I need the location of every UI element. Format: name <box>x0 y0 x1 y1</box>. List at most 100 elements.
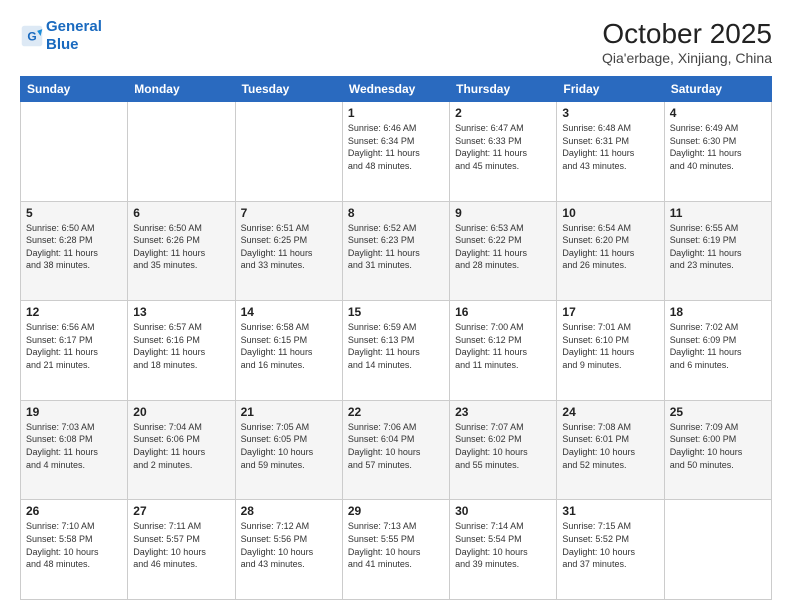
calendar-day-cell: 9 Sunrise: 6:53 AM Sunset: 6:22 PM Daylig… <box>450 201 557 301</box>
calendar-day-cell: 30Sunrise: 7:14 AM Sunset: 5:54 PM Dayli… <box>450 500 557 600</box>
day-number: 29 <box>348 504 444 518</box>
calendar-day-cell: 7Sunrise: 6:51 AM Sunset: 6:25 PM Daylig… <box>235 201 342 301</box>
calendar-day-cell: 5Sunrise: 6:50 AM Sunset: 6:28 PM Daylig… <box>21 201 128 301</box>
day-info: Sunrise: 7:08 AM Sunset: 6:01 PM Dayligh… <box>562 421 658 471</box>
calendar-week-row: 12 Sunrise: 6:56 AM Sunset: 6:17 PM Dayli… <box>21 301 772 401</box>
day-info: Sunrise: 6:49 AM Sunset: 6:30 PM Dayligh… <box>670 122 766 172</box>
day-info: Sunrise: 7:06 AM Sunset: 6:04 PM Dayligh… <box>348 421 444 471</box>
calendar-day-cell: 20Sunrise: 7:04 AM Sunset: 6:06 PM Dayli… <box>128 400 235 500</box>
day-number: 8 <box>348 206 444 220</box>
calendar-day-cell: 13 Sunrise: 6:57 AM Sunset: 6:16 PM Dayli… <box>128 301 235 401</box>
day-info: Sunrise: 6:50 AM Sunset: 6:26 PM Dayligh… <box>133 222 229 272</box>
day-number: 17 <box>562 305 658 319</box>
calendar-day-cell: 2Sunrise: 6:47 AM Sunset: 6:33 PM Daylig… <box>450 102 557 202</box>
day-info: Sunrise: 7:11 AM Sunset: 5:57 PM Dayligh… <box>133 520 229 570</box>
day-info: Sunrise: 7:07 AM Sunset: 6:02 PM Dayligh… <box>455 421 551 471</box>
day-number: 23 <box>455 405 551 419</box>
calendar-day-cell: 28 Sunrise: 7:12 AM Sunset: 5:56 PM Dayli… <box>235 500 342 600</box>
calendar-day-cell: 12 Sunrise: 6:56 AM Sunset: 6:17 PM Dayli… <box>21 301 128 401</box>
logo-line2: Blue <box>46 36 102 54</box>
logo: G General Blue <box>20 18 102 54</box>
day-info: Sunrise: 6:54 AM Sunset: 6:20 PM Dayligh… <box>562 222 658 272</box>
calendar-day-cell: 15Sunrise: 6:59 AM Sunset: 6:13 PM Dayli… <box>342 301 449 401</box>
day-info: Sunrise: 6:52 AM Sunset: 6:23 PM Dayligh… <box>348 222 444 272</box>
day-info: Sunrise: 6:57 AM Sunset: 6:16 PM Dayligh… <box>133 321 229 371</box>
day-number: 31 <box>562 504 658 518</box>
day-number: 7 <box>241 206 337 220</box>
calendar-week-row: 5Sunrise: 6:50 AM Sunset: 6:28 PM Daylig… <box>21 201 772 301</box>
calendar-day-cell: 25 Sunrise: 7:09 AM Sunset: 6:00 PM Dayli… <box>664 400 771 500</box>
calendar-weekday-header: Friday <box>557 77 664 102</box>
day-info: Sunrise: 7:00 AM Sunset: 6:12 PM Dayligh… <box>455 321 551 371</box>
day-info: Sunrise: 7:01 AM Sunset: 6:10 PM Dayligh… <box>562 321 658 371</box>
calendar-weekday-header: Wednesday <box>342 77 449 102</box>
calendar-day-cell: 16 Sunrise: 7:00 AM Sunset: 6:12 PM Dayli… <box>450 301 557 401</box>
calendar-weekday-header: Tuesday <box>235 77 342 102</box>
day-number: 3 <box>562 106 658 120</box>
calendar-day-cell: 24 Sunrise: 7:08 AM Sunset: 6:01 PM Dayli… <box>557 400 664 500</box>
day-info: Sunrise: 7:03 AM Sunset: 6:08 PM Dayligh… <box>26 421 122 471</box>
svg-text:G: G <box>27 29 36 43</box>
month-title: October 2025 <box>602 18 772 50</box>
calendar-day-cell: 31 Sunrise: 7:15 AM Sunset: 5:52 PM Dayli… <box>557 500 664 600</box>
day-info: Sunrise: 7:12 AM Sunset: 5:56 PM Dayligh… <box>241 520 337 570</box>
day-number: 27 <box>133 504 229 518</box>
calendar-day-cell: 3 Sunrise: 6:48 AM Sunset: 6:31 PM Daylig… <box>557 102 664 202</box>
calendar-day-cell: 22 Sunrise: 7:06 AM Sunset: 6:04 PM Dayli… <box>342 400 449 500</box>
calendar-day-cell: 29Sunrise: 7:13 AM Sunset: 5:55 PM Dayli… <box>342 500 449 600</box>
day-number: 11 <box>670 206 766 220</box>
day-number: 12 <box>26 305 122 319</box>
day-number: 1 <box>348 106 444 120</box>
day-info: Sunrise: 7:05 AM Sunset: 6:05 PM Dayligh… <box>241 421 337 471</box>
calendar-day-cell <box>664 500 771 600</box>
location: Qia'erbage, Xinjiang, China <box>602 50 772 66</box>
calendar-day-cell <box>235 102 342 202</box>
day-info: Sunrise: 6:50 AM Sunset: 6:28 PM Dayligh… <box>26 222 122 272</box>
calendar-day-cell: 8 Sunrise: 6:52 AM Sunset: 6:23 PM Daylig… <box>342 201 449 301</box>
day-number: 13 <box>133 305 229 319</box>
calendar-day-cell: 27 Sunrise: 7:11 AM Sunset: 5:57 PM Dayli… <box>128 500 235 600</box>
day-info: Sunrise: 6:46 AM Sunset: 6:34 PM Dayligh… <box>348 122 444 172</box>
day-info: Sunrise: 7:14 AM Sunset: 5:54 PM Dayligh… <box>455 520 551 570</box>
calendar-day-cell: 17 Sunrise: 7:01 AM Sunset: 6:10 PM Dayli… <box>557 301 664 401</box>
day-info: Sunrise: 7:09 AM Sunset: 6:00 PM Dayligh… <box>670 421 766 471</box>
day-number: 18 <box>670 305 766 319</box>
day-number: 2 <box>455 106 551 120</box>
day-number: 9 <box>455 206 551 220</box>
day-number: 4 <box>670 106 766 120</box>
header: G General Blue October 2025 Qia'erbage, … <box>20 18 772 66</box>
calendar-week-row: 1 Sunrise: 6:46 AM Sunset: 6:34 PM Daylig… <box>21 102 772 202</box>
calendar-day-cell <box>21 102 128 202</box>
day-info: Sunrise: 7:15 AM Sunset: 5:52 PM Dayligh… <box>562 520 658 570</box>
calendar-table: SundayMondayTuesdayWednesdayThursdayFrid… <box>20 76 772 600</box>
calendar-day-cell: 23 Sunrise: 7:07 AM Sunset: 6:02 PM Dayli… <box>450 400 557 500</box>
calendar-day-cell: 14 Sunrise: 6:58 AM Sunset: 6:15 PM Dayli… <box>235 301 342 401</box>
day-number: 6 <box>133 206 229 220</box>
calendar-day-cell: 21 Sunrise: 7:05 AM Sunset: 6:05 PM Dayli… <box>235 400 342 500</box>
calendar-weekday-header: Thursday <box>450 77 557 102</box>
day-number: 22 <box>348 405 444 419</box>
day-number: 21 <box>241 405 337 419</box>
calendar-weekday-header: Saturday <box>664 77 771 102</box>
day-number: 26 <box>26 504 122 518</box>
day-number: 16 <box>455 305 551 319</box>
day-info: Sunrise: 7:10 AM Sunset: 5:58 PM Dayligh… <box>26 520 122 570</box>
calendar-week-row: 19 Sunrise: 7:03 AM Sunset: 6:08 PM Dayli… <box>21 400 772 500</box>
day-info: Sunrise: 6:53 AM Sunset: 6:22 PM Dayligh… <box>455 222 551 272</box>
day-number: 24 <box>562 405 658 419</box>
calendar-day-cell: 19 Sunrise: 7:03 AM Sunset: 6:08 PM Dayli… <box>21 400 128 500</box>
day-number: 28 <box>241 504 337 518</box>
day-info: Sunrise: 6:55 AM Sunset: 6:19 PM Dayligh… <box>670 222 766 272</box>
day-number: 14 <box>241 305 337 319</box>
logo-icon: G <box>20 24 44 48</box>
day-info: Sunrise: 7:04 AM Sunset: 6:06 PM Dayligh… <box>133 421 229 471</box>
day-info: Sunrise: 6:58 AM Sunset: 6:15 PM Dayligh… <box>241 321 337 371</box>
title-block: October 2025 Qia'erbage, Xinjiang, China <box>602 18 772 66</box>
day-number: 19 <box>26 405 122 419</box>
calendar-page: G General Blue October 2025 Qia'erbage, … <box>0 0 792 612</box>
day-info: Sunrise: 6:48 AM Sunset: 6:31 PM Dayligh… <box>562 122 658 172</box>
day-number: 25 <box>670 405 766 419</box>
calendar-header-row: SundayMondayTuesdayWednesdayThursdayFrid… <box>21 77 772 102</box>
day-info: Sunrise: 6:56 AM Sunset: 6:17 PM Dayligh… <box>26 321 122 371</box>
calendar-day-cell: 10Sunrise: 6:54 AM Sunset: 6:20 PM Dayli… <box>557 201 664 301</box>
